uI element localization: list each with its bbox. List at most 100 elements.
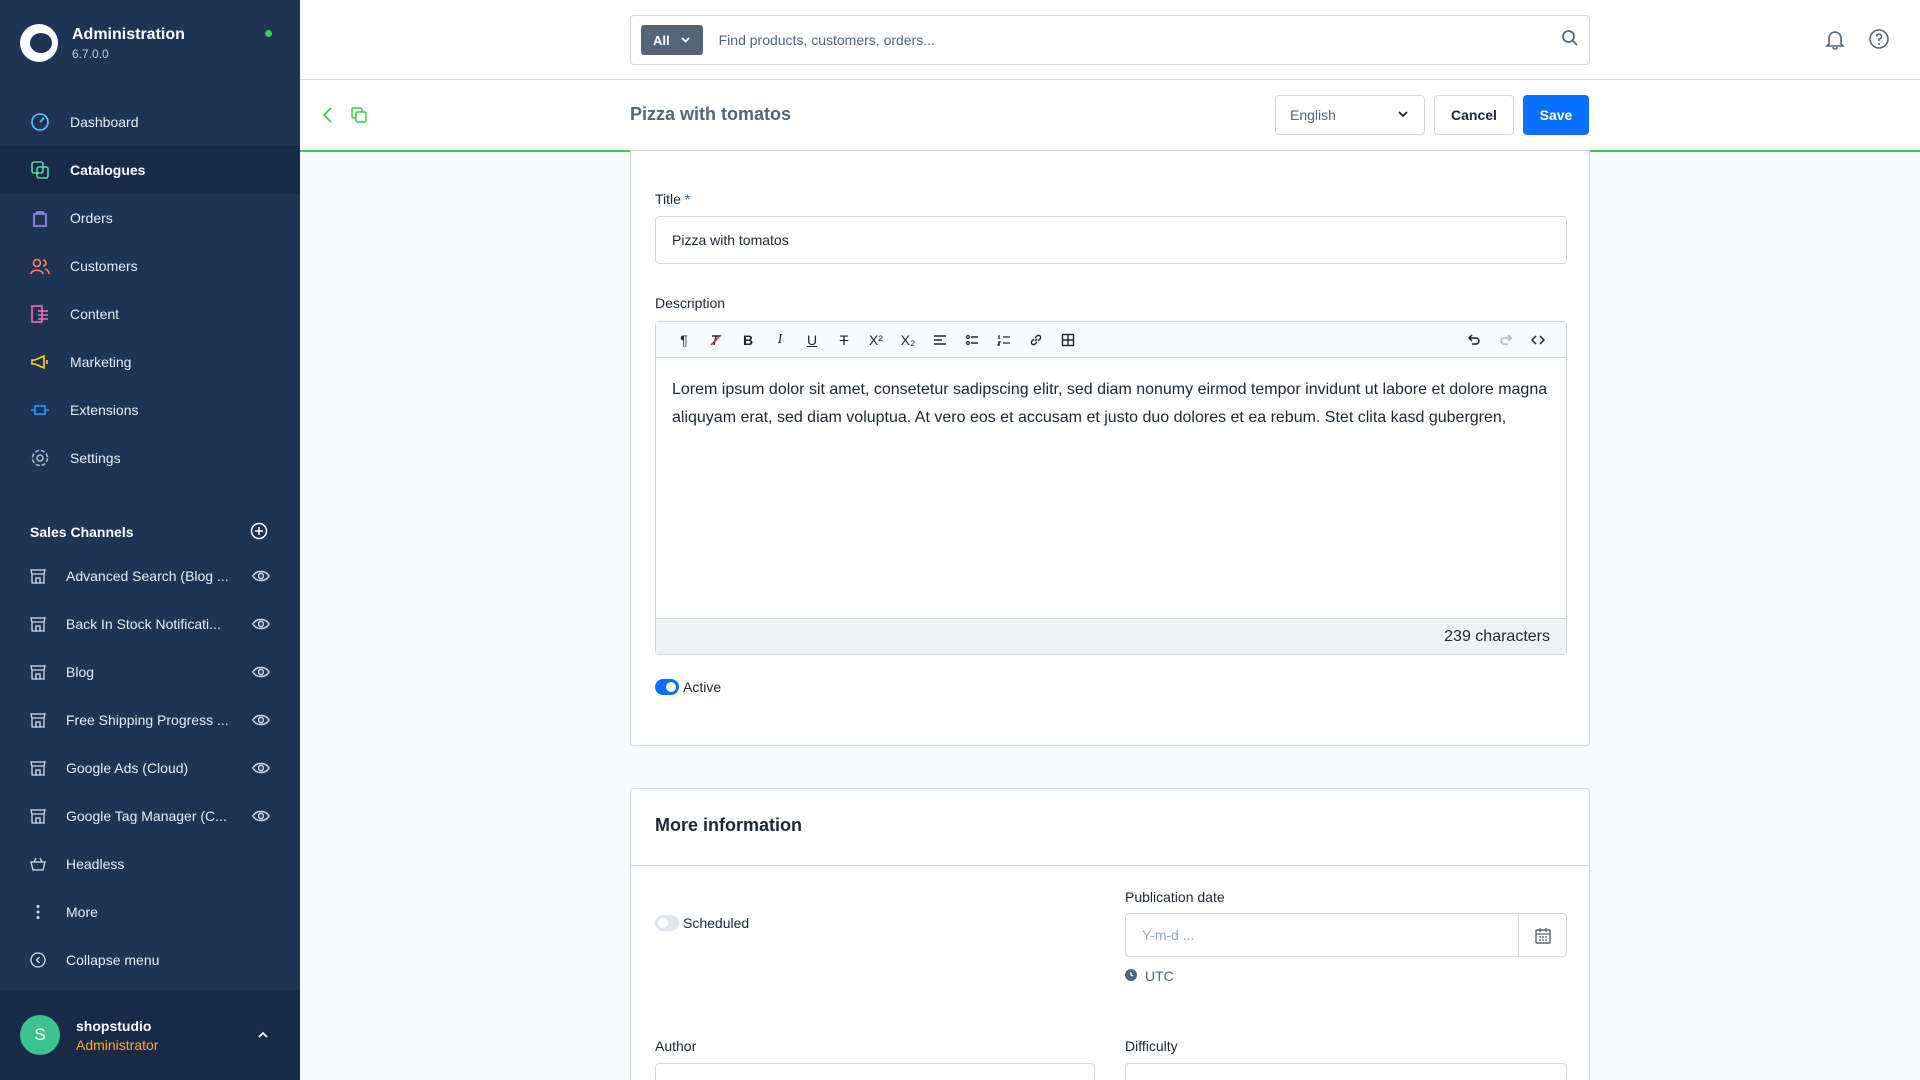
nav-label: Settings xyxy=(70,450,121,466)
sales-channel-item[interactable]: Headless xyxy=(0,840,300,888)
eye-icon[interactable] xyxy=(252,807,270,825)
smart-bar: Pizza with tomatos English Cancel Save xyxy=(300,80,1920,152)
sales-channel-more[interactable]: More xyxy=(0,888,300,936)
active-toggle[interactable]: Active xyxy=(655,679,721,695)
nav-item-content[interactable]: Content xyxy=(0,290,300,338)
more-information-card: More information Scheduled Publication d… xyxy=(630,788,1590,1080)
description-text[interactable]: Lorem ipsum dolor sit amet, consetetur s… xyxy=(656,358,1566,618)
code-view-icon[interactable] xyxy=(1522,322,1554,358)
add-sales-channel-icon[interactable] xyxy=(250,522,268,543)
user-menu[interactable]: S shopstudio Administrator xyxy=(0,990,300,1080)
nav-label: Extensions xyxy=(70,402,139,418)
title-label-text: Title xyxy=(655,191,681,207)
publication-date-input[interactable]: Y-m-d ... xyxy=(1125,913,1567,958)
sales-channel-item[interactable]: Blog xyxy=(0,648,300,696)
unordered-list-icon[interactable] xyxy=(956,322,988,358)
eye-icon[interactable] xyxy=(252,615,270,633)
save-button[interactable]: Save xyxy=(1523,95,1589,135)
nav-item-settings[interactable]: Settings xyxy=(0,434,300,482)
cancel-button[interactable]: Cancel xyxy=(1434,95,1514,135)
calendar-icon[interactable] xyxy=(1518,914,1566,958)
brand: Administration 6.7.0.0 xyxy=(0,0,300,86)
undo-icon[interactable] xyxy=(1458,322,1490,358)
nav-item-catalogues[interactable]: Catalogues xyxy=(0,146,300,194)
sales-channel-item[interactable]: Advanced Search (Blog ... xyxy=(0,552,300,600)
ordered-list-icon[interactable] xyxy=(988,322,1020,358)
sales-channel-item[interactable]: Google Ads (Cloud) xyxy=(0,744,300,792)
chevron-down-icon xyxy=(680,33,691,48)
copy-icon[interactable] xyxy=(350,106,368,129)
scheduled-switch[interactable] xyxy=(655,915,679,931)
back-icon[interactable] xyxy=(320,106,336,129)
sales-channel-item[interactable]: Back In Stock Notificati... xyxy=(0,600,300,648)
storefront-icon xyxy=(30,568,46,584)
editor-toolbar: ¶ B I U T X² X₂ xyxy=(656,322,1566,358)
user-role: Administrator xyxy=(76,1036,159,1053)
sales-channels-title: Sales Channels xyxy=(30,524,134,540)
nav-item-orders[interactable]: Orders xyxy=(0,194,300,242)
marketing-icon xyxy=(30,352,50,372)
title-input[interactable]: Pizza with tomatos xyxy=(655,216,1567,264)
redo-icon[interactable] xyxy=(1490,322,1522,358)
content-icon xyxy=(30,304,50,324)
headless-icon xyxy=(30,856,46,872)
chevron-up-icon[interactable] xyxy=(256,1028,270,1047)
search-icon[interactable] xyxy=(1561,29,1579,52)
difficulty-select[interactable] xyxy=(1125,1063,1567,1080)
top-icons xyxy=(1824,28,1890,55)
eye-icon[interactable] xyxy=(252,759,270,777)
customers-icon xyxy=(30,256,50,276)
language-select[interactable]: English xyxy=(1275,95,1425,135)
global-search: All Find products, customers, orders... xyxy=(630,15,1590,65)
storefront-icon xyxy=(30,808,46,824)
clear-format-icon[interactable] xyxy=(700,322,732,358)
scheduled-toggle[interactable]: Scheduled xyxy=(655,915,749,931)
description-label: Description xyxy=(655,295,726,311)
search-input[interactable]: Find products, customers, orders... xyxy=(719,32,1561,48)
paragraph-icon[interactable]: ¶ xyxy=(668,322,700,358)
nav-item-dashboard[interactable]: Dashboard xyxy=(0,98,300,146)
subscript-icon[interactable]: X₂ xyxy=(892,322,924,358)
eye-icon[interactable] xyxy=(252,711,270,729)
page-title: Pizza with tomatos xyxy=(630,104,792,124)
top-bar: All Find products, customers, orders... xyxy=(300,0,1920,80)
nav-label: Marketing xyxy=(70,354,132,370)
sales-channel-label: Headless xyxy=(66,856,125,872)
nav-item-customers[interactable]: Customers xyxy=(0,242,300,290)
search-scope-dropdown[interactable]: All xyxy=(641,25,703,55)
app-title: Administration xyxy=(72,25,185,43)
timezone-label: UTC xyxy=(1145,968,1174,984)
collapse-menu-button[interactable]: Collapse menu xyxy=(0,936,300,984)
link-icon[interactable] xyxy=(1020,322,1052,358)
char-count: 239 characters xyxy=(656,618,1566,654)
eye-icon[interactable] xyxy=(252,567,270,585)
table-icon[interactable] xyxy=(1052,322,1084,358)
sales-channel-label: Google Tag Manager (C... xyxy=(66,808,227,824)
sales-channel-label: Advanced Search (Blog ... xyxy=(66,568,229,584)
timezone-hint: UTC xyxy=(1125,968,1174,984)
sales-channel-item[interactable]: Google Tag Manager (C... xyxy=(0,792,300,840)
required-marker: * xyxy=(684,191,691,207)
search-scope-label: All xyxy=(653,32,670,48)
author-input[interactable] xyxy=(655,1063,1095,1080)
italic-icon[interactable]: I xyxy=(764,322,796,358)
active-switch[interactable] xyxy=(655,679,679,695)
nav-item-extensions[interactable]: Extensions xyxy=(0,386,300,434)
catalogue-icon xyxy=(30,160,50,180)
eye-icon[interactable] xyxy=(252,663,270,681)
storefront-icon xyxy=(30,664,46,680)
nav-item-marketing[interactable]: Marketing xyxy=(0,338,300,386)
strikethrough-icon[interactable]: T xyxy=(828,322,860,358)
sales-channel-item[interactable]: Free Shipping Progress ... xyxy=(0,696,300,744)
underline-icon[interactable]: U xyxy=(796,322,828,358)
bell-icon[interactable] xyxy=(1824,28,1846,55)
dashboard-icon xyxy=(30,112,50,132)
bold-icon[interactable]: B xyxy=(732,322,764,358)
shopware-logo-icon[interactable] xyxy=(20,24,58,62)
help-icon[interactable] xyxy=(1868,28,1890,55)
main-nav: Dashboard Catalogues Orders Customers Co… xyxy=(0,98,300,482)
sales-channel-label: Back In Stock Notificati... xyxy=(66,616,221,632)
align-left-icon[interactable] xyxy=(924,322,956,358)
superscript-icon[interactable]: X² xyxy=(860,322,892,358)
title-label: Title * xyxy=(655,191,690,207)
